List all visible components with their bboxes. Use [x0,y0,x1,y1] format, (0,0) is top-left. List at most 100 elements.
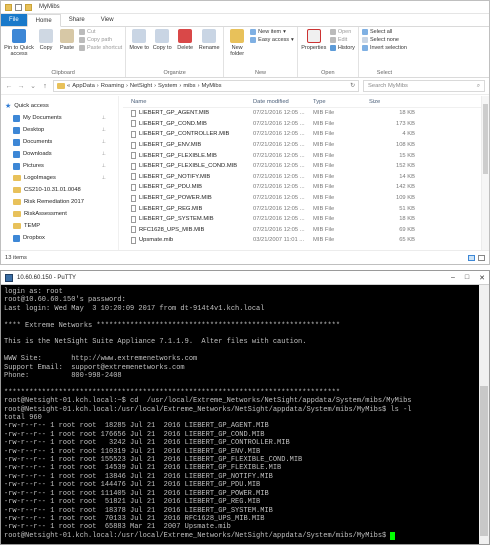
new-folder-quick-icon[interactable] [25,3,32,11]
breadcrumb-system[interactable]: System [158,83,177,89]
properties-button[interactable]: Properties [301,29,327,51]
file-row[interactable]: RFC1628_UPS_MIB.MIB 07/21/2016 12:05 ... M… [123,225,489,236]
file-row[interactable]: LIEBERT_GP_PDU.MIB 07/21/2016 12:05 ... MI… [123,182,489,193]
nav-item-label: Pictures [23,163,44,169]
column-header-date[interactable]: Date modified [253,99,313,105]
file-icon [131,152,136,160]
putty-titlebar[interactable]: 10.60.60.150 - PuTTY – □ ✕ [1,271,489,285]
terminal-scrollbar[interactable] [479,285,489,544]
column-header-size[interactable]: Size [369,99,425,105]
breadcrumb-mibs[interactable]: mibs [183,83,195,89]
address-bar[interactable]: « AppData › Roaming › NetSight › System … [53,80,359,92]
pin-icon[interactable]: ⊥ [102,163,106,169]
breadcrumb-roaming[interactable]: Roaming [101,83,124,89]
nav-item[interactable]: CS210-10.31.01.0048 [1,184,118,196]
paste-shortcut-button[interactable]: Paste shortcut [79,45,122,51]
large-icons-view-icon[interactable] [478,254,485,261]
up-arrow-icon[interactable]: ↑ [41,83,49,90]
pin-icon[interactable]: ⊥ [102,175,106,181]
file-row[interactable]: LIEBERT_GP_REG.MIB 07/21/2016 12:05 ... MI… [123,203,489,214]
library-icon [13,150,20,158]
delete-button[interactable]: Delete [175,29,195,51]
tab-home[interactable]: Home [26,14,61,27]
forward-arrow-icon[interactable]: → [17,83,25,90]
pin-icon[interactable]: ⊥ [102,151,106,157]
file-row[interactable]: LIEBERT_GP_SYSTEM.MIB 07/21/2016 12:05 ..… [123,214,489,225]
nav-item[interactable]: Dropbox [1,232,118,244]
new-folder-button[interactable]: New folder [227,29,247,57]
tab-view[interactable]: View [93,14,122,26]
new-item-button[interactable]: New item ▾ [250,29,294,35]
copy-button[interactable]: Copy [37,29,55,51]
nav-item[interactable]: My Documents ⊥ [1,112,118,124]
nav-item[interactable]: Documents ⊥ [1,136,118,148]
scrollbar-thumb[interactable] [483,104,488,174]
file-row[interactable]: LIEBERT_GP_COND.MIB 07/21/2016 12:05 ... M… [123,119,489,130]
refresh-icon[interactable]: ↻ [350,83,355,89]
tab-share[interactable]: Share [61,14,93,26]
recent-chevron-icon[interactable]: ⌄ [29,82,37,90]
breadcrumb-mymibs[interactable]: MyMibs [202,83,222,89]
paste-button[interactable]: Paste [58,29,76,51]
nav-item[interactable]: Pictures ⊥ [1,160,118,172]
file-row[interactable]: LIEBERT_GP_ENV.MIB 07/21/2016 12:05 ... MI… [123,140,489,151]
breadcrumb-netsight[interactable]: NetSight [130,83,152,89]
file-row[interactable]: LIEBERT_GP_POWER.MIB 07/21/2016 12:05 ...… [123,193,489,204]
scrollbar-thumb[interactable] [480,386,488,536]
file-row[interactable]: LIEBERT_GP_FLEXIBLE_COND.MIB 07/21/2016 1… [123,161,489,172]
search-input[interactable]: Search MyMibs ⌕ [363,80,485,92]
terminal-line: -rw-r--r-- 1 root root 144476 Jul 21 201… [4,481,261,490]
nav-item[interactable]: Desktop ⊥ [1,124,118,136]
back-arrow-icon[interactable]: ← [5,83,13,90]
column-header-type[interactable]: Type [313,99,369,105]
open-button[interactable]: Open [329,29,355,35]
breadcrumb-appdata[interactable]: AppData [72,83,95,89]
move-to-button[interactable]: Move to [129,29,149,51]
nav-item[interactable]: ★ Quick access [1,100,118,112]
column-header-name[interactable]: Name [123,99,253,105]
file-row[interactable]: LIEBERT_GP_FLEXIBLE.MIB 07/21/2016 12:05 … [123,150,489,161]
nav-item[interactable]: RiskAssessment [1,208,118,220]
file-row[interactable]: Upsmate.mib 03/21/2007 11:01 ... MIB File 6… [123,235,489,246]
chevron-right-icon: › [125,83,128,89]
file-size-cell: 51 KB [399,205,415,212]
terminal-line: -rw-r--r-- 1 root root 65883 Mar 21 2007… [4,523,231,532]
maximize-icon[interactable]: □ [465,274,469,282]
properties-quick-icon[interactable] [15,3,22,11]
file-row[interactable]: LIEBERT_GP_CONTROLLER.MIB 07/21/2016 12:0… [123,129,489,140]
tab-file[interactable]: File [1,14,27,26]
file-name-cell: RFC1628_UPS_MIB.MIB [123,226,253,234]
pin-icon[interactable]: ⊥ [102,139,106,145]
pin-icon[interactable]: ⊥ [102,127,106,133]
terminal-output[interactable]: login as: root root@10.60.60.150's passwo… [1,285,479,544]
history-icon [329,45,336,51]
copy-to-button[interactable]: Copy to [152,29,172,51]
nav-item[interactable]: Risk Remediation 2017 [1,196,118,208]
close-icon[interactable]: ✕ [479,274,485,282]
file-row[interactable]: LIEBERT_GP_AGENT.MIB 07/21/2016 12:05 ...… [123,108,489,119]
invert-selection-button[interactable]: Invert selection [361,45,407,51]
explorer-titlebar[interactable]: MyMibs [1,1,489,14]
history-button[interactable]: History [329,45,355,51]
edit-button[interactable]: Edit [329,37,355,43]
folder-icon [13,187,21,193]
copy-path-button[interactable]: Copy path [79,37,122,43]
pin-icon[interactable]: ⊥ [102,115,106,121]
nav-item[interactable]: TEMP [1,220,118,232]
details-view-icon[interactable] [468,254,475,261]
select-all-button[interactable]: Select all [361,29,407,35]
new-item-label: New item [258,29,282,35]
pin-quick-access-button[interactable]: Pin to Quick access [4,29,34,57]
cut-button[interactable]: Cut [79,29,122,35]
nav-item[interactable]: Downloads ⊥ [1,148,118,160]
select-none-button[interactable]: Select none [361,37,407,43]
minimize-icon[interactable]: – [451,274,455,282]
nav-item[interactable]: LogoImages ⊥ [1,172,118,184]
file-name: LIEBERT_GP_COND.MIB [139,120,207,127]
file-row[interactable]: LIEBERT_GP_NOTIFY.MIB 07/21/2016 12:05 ..… [123,172,489,183]
file-list-scrollbar[interactable] [481,96,489,251]
rename-button[interactable]: Rename [198,29,220,51]
file-icon [131,141,136,149]
putty-icon[interactable] [5,273,13,282]
easy-access-button[interactable]: Easy access ▾ [250,37,294,43]
